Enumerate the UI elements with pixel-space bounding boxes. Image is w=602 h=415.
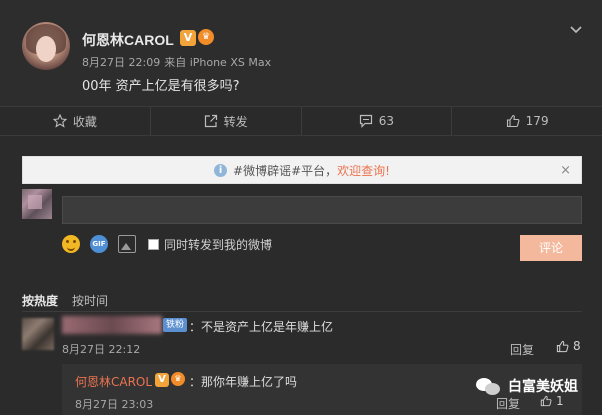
reply-text: ：那你年赚上亿了吗 bbox=[189, 375, 298, 389]
vip-crown-icon: ♛ bbox=[171, 372, 185, 386]
forward-label: 转发 bbox=[223, 114, 248, 129]
user-avatar[interactable] bbox=[22, 22, 70, 70]
notice-link[interactable]: 欢迎查询! bbox=[337, 162, 390, 179]
favorite-button[interactable]: 收藏 bbox=[0, 107, 151, 135]
forward-checkbox-label[interactable]: 同时转发到我的微博 bbox=[164, 236, 272, 253]
comment-sort-tabs: 按热度 按时间 bbox=[22, 292, 122, 309]
post-time[interactable]: 8月27日 22:09 bbox=[82, 56, 160, 69]
vip-crown-icon: ♛ bbox=[198, 29, 214, 45]
post-user-name[interactable]: 何恩林CAROL bbox=[82, 30, 174, 50]
image-icon[interactable] bbox=[118, 235, 136, 253]
reply-like-button[interactable]: 1 bbox=[540, 394, 564, 408]
forward-icon bbox=[204, 114, 217, 128]
watermark: 白富美妖姐 bbox=[476, 376, 578, 396]
post-text: 00年 资产上亿是有很多吗? bbox=[82, 79, 240, 94]
like-count: 179 bbox=[525, 114, 549, 128]
weibo-post: 何恩林CAROL V ♛ 8月27日 22:09 来自 iPhone XS Max… bbox=[0, 0, 602, 106]
info-icon: i bbox=[214, 163, 228, 177]
rumor-notice-bar: i #微博辟谣#平台， 欢迎查询! × bbox=[22, 156, 582, 184]
watermark-text: 白富美妖姐 bbox=[508, 379, 578, 395]
comment-input[interactable] bbox=[62, 196, 582, 224]
commenter-name-blurred[interactable] bbox=[62, 316, 162, 334]
close-icon[interactable]: × bbox=[560, 163, 571, 178]
thumbs-up-icon bbox=[506, 114, 520, 128]
verified-v-icon: V bbox=[180, 30, 196, 46]
comment-icon bbox=[359, 114, 372, 128]
comment-count: 63 bbox=[378, 114, 395, 128]
tab-sort-time[interactable]: 按时间 bbox=[72, 292, 108, 309]
gif-icon[interactable]: GIF bbox=[90, 235, 108, 253]
forward-checkbox[interactable] bbox=[148, 238, 159, 250]
submit-comment-button[interactable]: 评论 bbox=[520, 235, 582, 261]
like-button[interactable]: 179 bbox=[452, 107, 602, 135]
reply-reply-button[interactable]: 回复 bbox=[496, 395, 520, 412]
verified-v-icon: V bbox=[155, 373, 169, 387]
fan-badge: 铁粉 bbox=[163, 318, 188, 332]
chevron-down-icon[interactable] bbox=[570, 24, 582, 36]
current-user-avatar bbox=[22, 189, 52, 219]
comment-like-button[interactable]: 8 bbox=[556, 339, 581, 353]
star-icon bbox=[52, 114, 67, 128]
post-source: 来自 iPhone XS Max bbox=[164, 56, 272, 69]
forward-button[interactable]: 转发 bbox=[151, 107, 302, 135]
post-actions-bar: 收藏 转发 63 179 bbox=[0, 106, 602, 136]
composer-toolbar: GIF 同时转发到我的微博 bbox=[62, 234, 272, 254]
reply-time: 8月27日 23:03 bbox=[75, 398, 154, 411]
post-meta: 8月27日 22:09 来自 iPhone XS Max bbox=[82, 54, 271, 70]
comment-time: 8月27日 22:12 bbox=[62, 343, 141, 356]
notice-text: #微博辟谣#平台， bbox=[233, 163, 338, 178]
commenter-avatar[interactable] bbox=[22, 318, 54, 350]
thumbs-up-icon bbox=[556, 340, 569, 352]
wechat-icon bbox=[476, 376, 502, 396]
favorite-label: 收藏 bbox=[72, 114, 97, 129]
reply-user-name[interactable]: 何恩林CAROL bbox=[75, 373, 152, 390]
tab-sort-hot[interactable]: 按热度 bbox=[22, 292, 58, 309]
comment-text: ：不是资产上亿是年赚上亿 bbox=[189, 320, 334, 334]
emoji-icon[interactable] bbox=[62, 235, 80, 253]
thumbs-up-icon bbox=[540, 395, 552, 407]
comment-button[interactable]: 63 bbox=[302, 107, 453, 135]
comment-reply-button[interactable]: 回复 bbox=[510, 341, 534, 358]
comment-like-count: 8 bbox=[573, 339, 581, 353]
reply-like-count: 1 bbox=[556, 394, 564, 408]
divider bbox=[22, 311, 582, 312]
